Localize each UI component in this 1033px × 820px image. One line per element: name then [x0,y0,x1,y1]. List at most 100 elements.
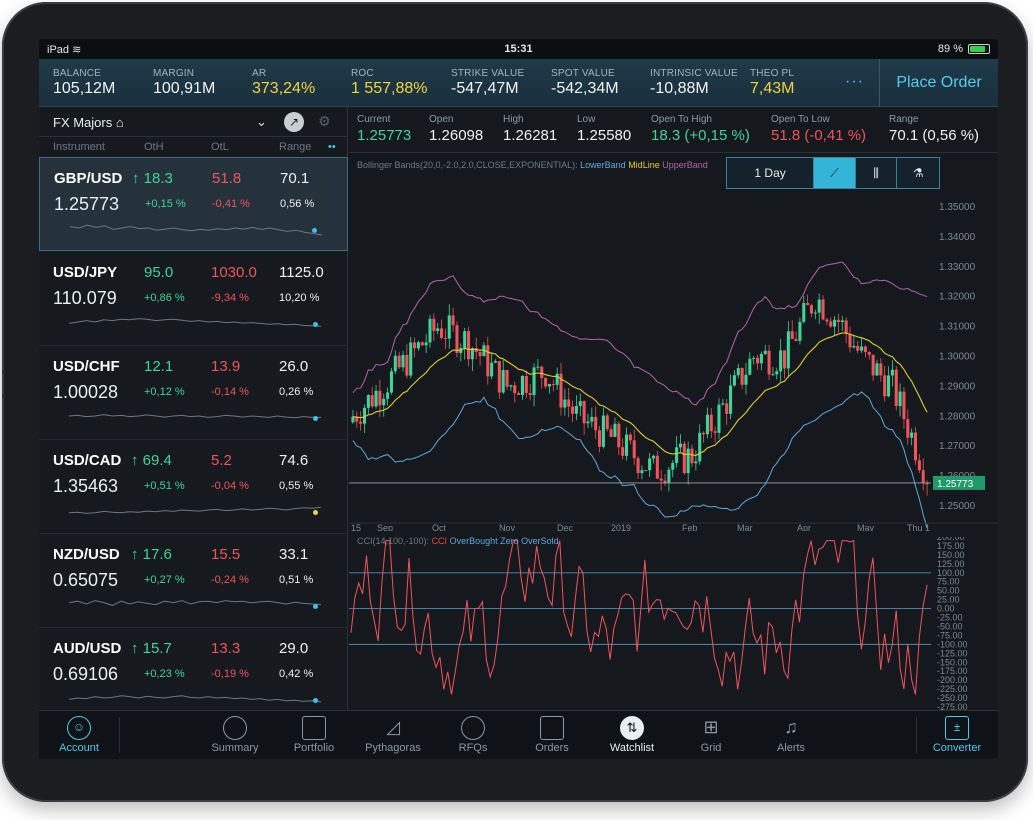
range-percent: 0,26 % [279,386,314,398]
quote-open-to-high: Open To High 18.3 (+0,15 %) [651,114,750,144]
otl-percent: -0,19 % [211,668,249,680]
ipad-frame: iPad ≋ 15:31 89 % BALANCE 105,12M MARGIN 1… [2,2,1028,802]
price-axis-label: 1.34000 [939,232,976,243]
column-options-icon[interactable]: •• [328,141,336,153]
cci-line [350,539,928,695]
watchlist-row[interactable]: GBP/USD ↑ 18.3 51.8 70.1 1.25773 +0,15 %… [39,157,348,251]
watchlist-header: FX Majors ⌂ ⌄ ↗ ⚙ [39,107,348,137]
sparkline-path [70,224,322,236]
oth-number: 15.7 [142,640,172,657]
draw-tool-icon[interactable]: ⟋ [814,158,856,188]
lock-icon: ⌂ [115,115,124,130]
candle-body [424,342,428,346]
candle-body [721,403,725,405]
oth-value: ↑ 17.6 [131,546,172,563]
candle-body [386,392,390,399]
tab-orders[interactable]: Orders [512,711,592,759]
candle-body [617,423,621,448]
col-oth[interactable]: OtH [144,141,164,153]
price-axis-label: 1.25000 [939,501,976,512]
range-percent: 10,20 % [279,292,320,304]
sparkline-path [69,318,321,327]
candle-body [389,371,393,393]
metric-ar: AR 373,24% [252,68,315,98]
candle-body [648,458,652,471]
candle-body [628,434,632,441]
briefcase-icon [302,716,326,740]
tab-pythagoras[interactable]: ◿ Pythagoras [353,711,433,759]
candlestick-icon[interactable]: ⫼ [856,158,898,188]
candle-body [821,299,825,320]
candle-body [775,371,779,375]
candle-body [798,321,802,341]
period-selector[interactable]: 1 Day [727,158,815,188]
oth-value: 12.1 [144,358,174,375]
quote-value: 1.25580 [577,127,632,144]
sparkline-end-dot [313,416,318,421]
candle-body [840,320,844,323]
cci-chart[interactable]: 200.00175.00150.00125.00100.0075.0050.00… [349,537,998,710]
gauge-icon [223,716,247,740]
oth-percent: +0,23 % [144,668,185,680]
candle-body [540,366,544,379]
tab-converter[interactable]: ± Converter [917,711,997,759]
candle-body [547,384,551,387]
candle-body [413,342,417,349]
metric-value: 373,24% [252,80,316,97]
candle-body [351,416,355,423]
indicator-flask-icon[interactable]: ⚗ [897,158,939,188]
more-button[interactable]: ··· [845,73,864,91]
up-arrow-icon: ↑ [131,452,139,469]
candle-body [536,366,540,368]
candle-body [917,460,921,471]
otl-value: 15.5 [211,546,241,563]
metric-label: ROC [351,68,374,79]
tab-summary[interactable]: Summary [195,711,275,759]
tab-account[interactable]: ☺ Account [39,711,119,759]
metric-value: 1 557,88% [351,80,428,97]
candle-body [802,303,806,322]
candle-body [621,447,625,456]
candle-body [586,421,590,424]
candle-body [786,331,790,369]
tab-divider [119,717,120,753]
chevron-down-icon[interactable]: ⌄ [256,114,267,130]
candle-body [836,319,840,323]
place-order-button[interactable]: Place Order [879,59,998,107]
tab-bar: ☺ Account Summary Portfolio ◿ Pythagoras R… [39,710,998,759]
battery-status: 89 % [938,43,990,55]
oth-percent: +0,15 % [145,198,186,210]
legend-lower-band: LowerBand [580,160,626,170]
tab-alerts[interactable]: ♫ Alerts [751,711,831,759]
tab-rfqs[interactable]: RFQs [433,711,513,759]
midline [352,332,928,457]
col-otl[interactable]: OtL [211,141,229,153]
candle-body [374,390,378,407]
gear-icon[interactable]: ⚙ [318,113,331,130]
watchlist-title[interactable]: FX Majors ⌂ [53,115,124,130]
tab-grid[interactable]: ⊞ Grid [671,711,751,759]
watchlist-row[interactable]: USD/CHF 12.1 13.9 26.0 1.00028 +0,12 % -… [39,346,348,440]
side-button [2,394,5,398]
candle-body [717,404,721,433]
watchlist-row[interactable]: NZD/USD ↑ 17.6 15.5 33.1 0.65075 +0,27 %… [39,534,348,628]
time-axis-label: Dec [557,523,574,531]
quote-label: Open To High [651,114,712,125]
candle-body [663,480,667,483]
tab-label: Summary [211,742,259,754]
tab-portfolio[interactable]: Portfolio [274,711,354,759]
watchlist-row[interactable]: USD/CAD ↑ 69.4 5.2 74.6 1.35463 +0,51 % … [39,440,348,534]
candle-body [659,478,663,481]
candlestick-chart[interactable]: 1.35000 1.34000 1.33000 1.32000 1.31000 1.300… [349,201,998,531]
col-instrument[interactable]: Instrument [53,141,105,153]
candle-body [655,455,659,479]
quote-label: Low [577,114,596,125]
col-range[interactable]: Range [279,141,311,153]
candle-body [405,354,409,376]
tab-watchlist[interactable]: ⇅ Watchlist [592,711,672,759]
watchlist-row[interactable]: AUD/USD ↑ 15.7 13.3 29.0 0.69106 +0,23 %… [39,628,348,722]
candle-body [690,448,694,464]
trend-icon[interactable]: ↗ [284,112,304,132]
watchlist-row[interactable]: USD/JPY 95.0 1030.0 1125.0 110.079 +0,86… [39,252,348,346]
instrument-symbol: USD/JPY [53,264,118,281]
